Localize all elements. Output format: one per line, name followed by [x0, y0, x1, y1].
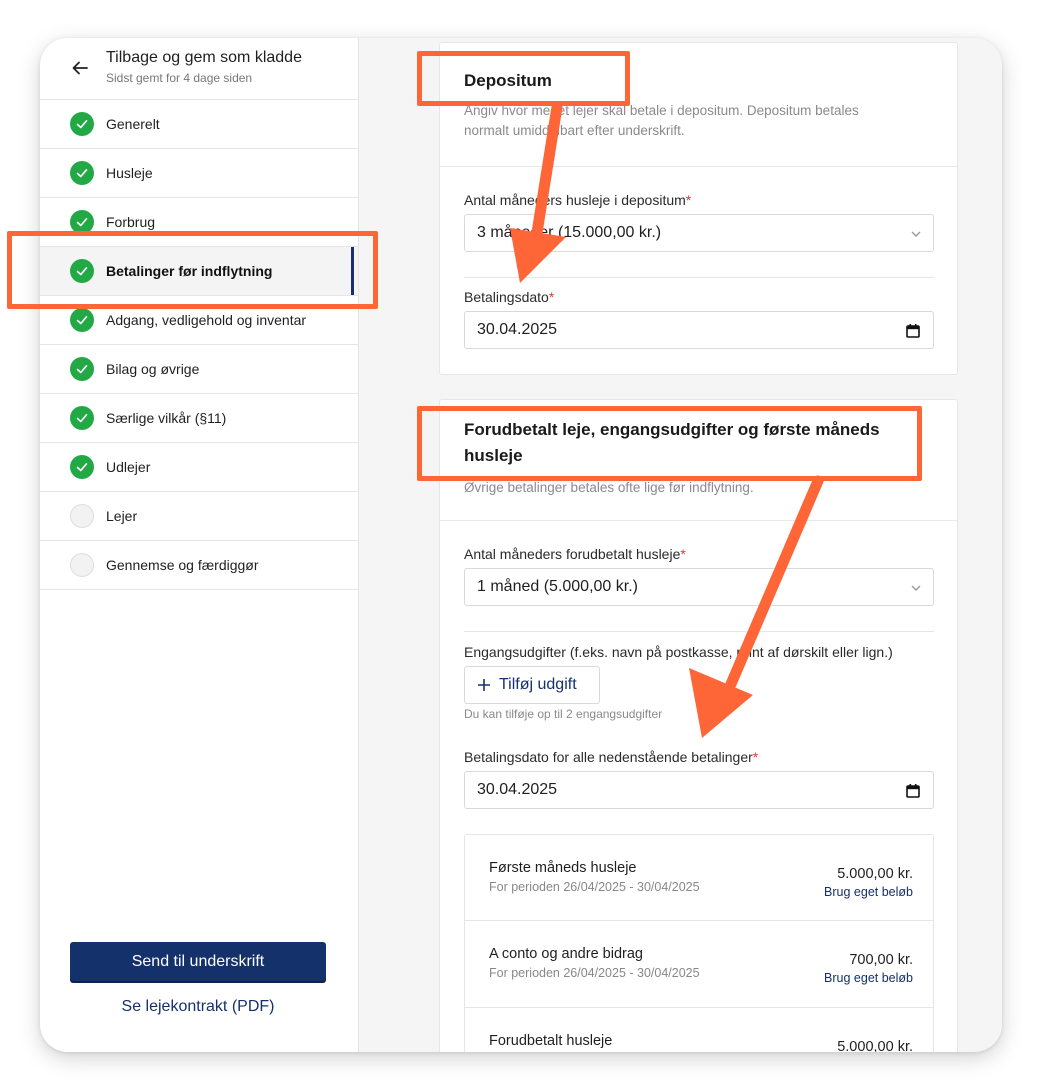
sidebar-item-label: Gennemse og færdiggør — [106, 557, 259, 573]
calendar-icon[interactable] — [905, 323, 921, 339]
deposit-date-label-text: Betalingsdato — [464, 289, 549, 305]
prepaid-months-label-text: Antal måneders forudbetalt husleje — [464, 546, 681, 562]
sidebar-item-label: Udlejer — [106, 459, 151, 475]
payment-date-input[interactable]: 30.04.2025 — [464, 771, 934, 809]
back-title[interactable]: Tilbage og gem som kladde — [106, 49, 302, 67]
chevron-down-icon — [911, 231, 921, 237]
deposit-description-line2: normalt umiddelbart efter underskrift. — [464, 123, 685, 138]
sidebar-item-udlejer[interactable]: Udlejer — [40, 443, 358, 492]
use-custom-amount-link[interactable]: Brug eget beløb — [824, 885, 913, 899]
back-and-save-button[interactable]: Tilbage og gem som kladde Sidst gemt for… — [40, 38, 358, 100]
add-expense-hint: Du kan tilføje op til 2 engangsudgifter — [464, 707, 663, 721]
required-mark: * — [548, 289, 555, 305]
step-list: Generelt Husleje Forbrug Betalinger før ind… — [40, 100, 358, 590]
payment-period: For perioden 26/04/2025 - 30/04/2025 — [489, 880, 700, 894]
one-time-costs-label: Engangsudgifter (f.eks. navn på postkass… — [464, 644, 893, 660]
arrow-left-icon[interactable] — [70, 58, 90, 78]
payment-list: Første måneds husleje For perioden 26/04/… — [464, 834, 934, 1052]
sidebar-item-bilag-og-vrige[interactable]: Bilag og øvrige — [40, 345, 358, 394]
prepaid-card: Forudbetalt leje, engangsudgifter og før… — [439, 399, 958, 1052]
empty-circle-icon — [70, 504, 94, 528]
check-circle-icon — [70, 406, 94, 430]
plus-icon — [478, 679, 490, 691]
sidebar-item-generelt[interactable]: Generelt — [40, 100, 358, 149]
deposit-description-line1-end: um betales — [792, 103, 859, 118]
deposit-date-input[interactable]: 30.04.2025 — [464, 311, 934, 349]
sidebar-item-gennemse-og-f-rdigg-r[interactable]: Gennemse og færdiggør — [40, 541, 358, 590]
divider — [464, 631, 934, 632]
payment-name: A conto og andre bidrag — [489, 946, 643, 962]
payment-row: Forudbetalt husleje 5.000,00 kr. — [465, 1008, 933, 1052]
sidebar-item-husleje[interactable]: Husleje — [40, 149, 358, 198]
prepaid-months-value: 1 måned (5.000,00 kr.) — [477, 578, 638, 595]
sidebar-item-lejer[interactable]: Lejer — [40, 492, 358, 541]
calendar-icon[interactable] — [905, 783, 921, 799]
use-custom-amount-link[interactable]: Brug eget beløb — [824, 971, 913, 985]
deposit-months-label: Antal måneders husleje i depositum* — [464, 192, 691, 208]
send-for-signature-button[interactable]: Send til underskrift — [70, 942, 326, 981]
deposit-months-value: 3 måneder (15.000,00 kr.) — [477, 224, 662, 241]
payment-amount: 5.000,00 kr. — [837, 866, 913, 882]
payment-period: For perioden 26/04/2025 - 30/04/2025 — [489, 966, 700, 980]
add-expense-button[interactable]: Tilføj udgift — [464, 666, 600, 704]
sidebar-item-label: Særlige vilkår (§11) — [106, 410, 227, 426]
deposit-description: Angiv hvor meget lejer skal betale i dep… — [464, 101, 859, 141]
check-circle-icon — [70, 112, 94, 136]
sidebar-item-label: Husleje — [106, 165, 153, 181]
sidebar-item-s-rlige-vilka-r-11[interactable]: Særlige vilkår (§11) — [40, 394, 358, 443]
payment-row: A conto og andre bidrag For perioden 26/0… — [465, 921, 933, 1008]
app-window: Tilbage og gem som kladde Sidst gemt for… — [40, 38, 1002, 1052]
sidebar: Tilbage og gem som kladde Sidst gemt for… — [40, 38, 359, 1052]
prepaid-months-label: Antal måneders forudbetalt husleje* — [464, 546, 686, 562]
check-circle-icon — [70, 357, 94, 381]
payment-date-label: Betalingsdato for alle nedenstående beta… — [464, 749, 758, 765]
payment-date-label-text: Betalingsdato for alle nedenstående beta… — [464, 749, 753, 765]
payment-row: Første måneds husleje For perioden 26/04/… — [465, 835, 933, 921]
prepaid-description: Øvrige betalinger betales ofte lige før … — [464, 480, 754, 495]
required-mark: * — [752, 749, 759, 765]
check-circle-icon — [70, 455, 94, 479]
payment-amount: 5.000,00 kr. — [837, 1039, 913, 1052]
sidebar-item-label: Generelt — [106, 116, 160, 132]
payment-date-value: 30.04.2025 — [477, 781, 558, 798]
payment-name: Første måneds husleje — [489, 860, 637, 876]
view-contract-pdf-link[interactable]: Se lejekontrakt (PDF) — [70, 998, 326, 1016]
check-circle-icon — [70, 308, 94, 332]
deposit-months-label-text: Antal måneders husleje i depositum — [464, 192, 686, 208]
highlight-box — [7, 231, 378, 309]
required-mark: * — [685, 192, 692, 208]
payment-name: Forudbetalt husleje — [489, 1033, 613, 1049]
deposit-date-label: Betalingsdato* — [464, 289, 554, 305]
highlight-box — [417, 51, 630, 106]
check-circle-icon — [70, 161, 94, 185]
last-saved-text: Sidst gemt for 4 dage siden — [106, 71, 253, 85]
sidebar-item-label: Lejer — [106, 508, 138, 524]
deposit-date-value: 30.04.2025 — [477, 321, 558, 338]
prepaid-months-select[interactable]: 1 måned (5.000,00 kr.) — [464, 568, 934, 606]
sidebar-item-label: Forbrug — [106, 214, 156, 230]
add-expense-label: Tilføj udgift — [499, 676, 577, 693]
payment-amount: 700,00 kr. — [849, 952, 913, 968]
required-mark: * — [680, 546, 686, 562]
sidebar-item-label: Bilag og øvrige — [106, 361, 200, 377]
sidebar-item-label: Adgang, vedligehold og inventar — [106, 312, 307, 328]
deposit-months-select[interactable]: 3 måneder (15.000,00 kr.) — [464, 214, 934, 252]
chevron-down-icon — [911, 585, 921, 591]
empty-circle-icon — [70, 553, 94, 577]
divider — [464, 277, 934, 278]
highlight-box — [417, 406, 922, 481]
main-content: Depositum Angiv hvor meget lejer skal be… — [359, 38, 1002, 1052]
